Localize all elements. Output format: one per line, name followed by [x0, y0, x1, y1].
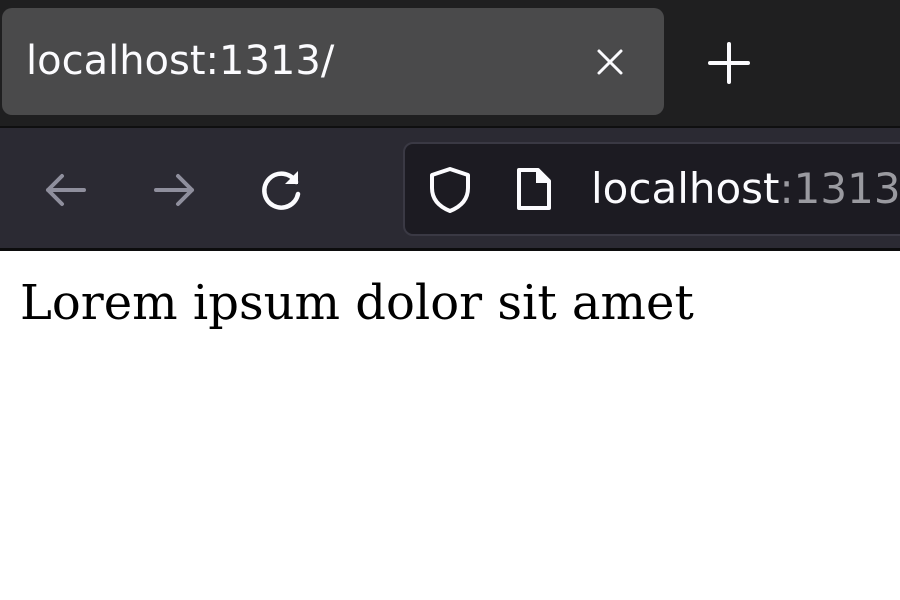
- address-bar[interactable]: localhost:1313: [403, 142, 900, 236]
- page-content: Lorem ipsum dolor sit amet: [0, 251, 900, 600]
- page-text: Lorem ipsum dolor sit amet: [20, 275, 694, 331]
- navigation-toolbar: localhost:1313: [0, 126, 900, 248]
- url-host: localhost: [591, 164, 780, 213]
- arrow-right-icon[interactable]: [150, 166, 198, 214]
- page-icon[interactable]: [515, 166, 553, 212]
- tab-strip: localhost:1313/: [0, 0, 900, 126]
- tab-title: localhost:1313/: [26, 38, 335, 84]
- close-icon[interactable]: [594, 46, 626, 78]
- plus-icon[interactable]: [704, 38, 754, 88]
- tab-active[interactable]: localhost:1313/: [2, 8, 664, 115]
- url-text[interactable]: localhost:1313: [591, 144, 900, 234]
- browser-window: localhost:1313/ localhost:1313 Lorem ips…: [0, 0, 900, 600]
- url-port: :1313: [779, 164, 900, 213]
- reload-icon[interactable]: [258, 166, 306, 214]
- shield-icon[interactable]: [427, 166, 473, 214]
- arrow-left-icon[interactable]: [42, 166, 90, 214]
